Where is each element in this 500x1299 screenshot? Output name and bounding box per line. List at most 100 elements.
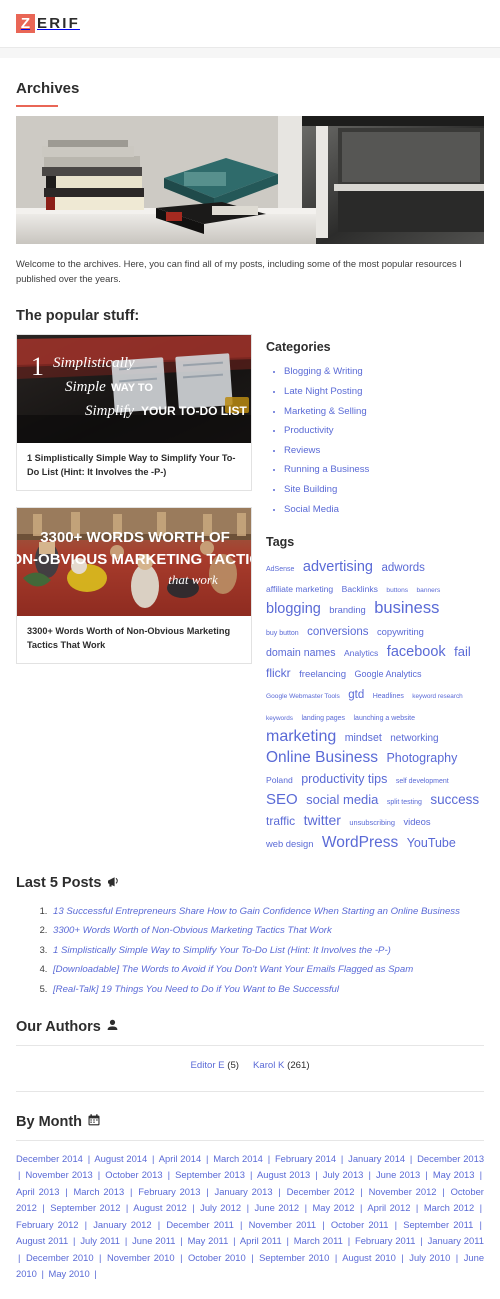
month-link[interactable]: May 2010 [49, 1268, 90, 1279]
tag-link[interactable]: unsubscribing [349, 818, 395, 827]
tag-link[interactable]: flickr [266, 666, 291, 680]
month-link[interactable]: June 2013 [376, 1169, 420, 1180]
month-link[interactable]: September 2012 [50, 1202, 120, 1213]
tag-link[interactable]: facebook [387, 644, 446, 660]
tag-link[interactable]: freelancing [299, 669, 346, 680]
tag-link[interactable]: WordPress [322, 834, 398, 851]
month-link[interactable]: August 2014 [94, 1153, 147, 1164]
month-link[interactable]: August 2012 [133, 1202, 187, 1213]
tag-link[interactable]: networking [390, 733, 438, 744]
month-link[interactable]: November 2010 [107, 1252, 175, 1263]
month-link[interactable]: January 2014 [348, 1153, 405, 1164]
month-link[interactable]: November 2012 [369, 1186, 437, 1197]
list-item[interactable]: 3300+ Words Worth of Non-Obvious Marketi… [50, 920, 484, 938]
month-link[interactable]: January 2013 [215, 1186, 273, 1197]
category-link[interactable]: Social Media [284, 504, 339, 515]
post-link[interactable]: 3300+ Words Worth of Non-Obvious Marketi… [53, 925, 332, 936]
month-link[interactable]: January 2011 [428, 1235, 484, 1246]
post-title[interactable]: 1 Simplistically Simple Way to Simplify … [17, 443, 251, 490]
month-link[interactable]: April 2014 [159, 1153, 201, 1164]
tag-link[interactable]: traffic [266, 814, 295, 828]
list-item[interactable]: Late Night Posting [284, 381, 484, 400]
tag-link[interactable]: Headlines [373, 693, 404, 700]
month-link[interactable]: April 2013 [16, 1186, 59, 1197]
month-link[interactable]: February 2013 [138, 1186, 200, 1197]
tag-link[interactable]: conversions [307, 626, 368, 638]
category-link[interactable]: Reviews [284, 445, 320, 456]
tag-link[interactable]: copywriting [377, 626, 424, 637]
tag-link[interactable]: buy button [266, 630, 299, 637]
tag-link[interactable]: Poland [266, 775, 293, 785]
month-link[interactable]: September 2013 [175, 1169, 245, 1180]
month-link[interactable]: February 2014 [275, 1153, 336, 1164]
month-link[interactable]: March 2013 [73, 1186, 124, 1197]
month-link[interactable]: October 2013 [105, 1169, 162, 1180]
tag-link[interactable]: split testing [387, 799, 422, 806]
month-link[interactable]: July 2013 [323, 1169, 364, 1180]
month-link[interactable]: November 2013 [26, 1169, 93, 1180]
month-link[interactable]: August 2011 [16, 1235, 68, 1246]
month-link[interactable]: December 2012 [287, 1186, 355, 1197]
month-link[interactable]: March 2012 [424, 1202, 474, 1213]
month-link[interactable]: December 2011 [166, 1219, 234, 1230]
list-item[interactable]: Productivity [284, 420, 484, 439]
category-link[interactable]: Late Night Posting [284, 386, 362, 397]
tag-link[interactable]: productivity tips [301, 772, 387, 786]
site-logo[interactable]: Z ERIF [16, 14, 80, 33]
category-link[interactable]: Blogging & Writing [284, 366, 363, 377]
tag-link[interactable]: Online Business [266, 749, 378, 766]
author-link[interactable]: Karol K [253, 1060, 284, 1071]
post-link[interactable]: [Real-Talk] 19 Things You Need to Do if … [53, 984, 339, 995]
post-link[interactable]: 13 Successful Entrepreneurs Share How to… [53, 906, 460, 917]
post-link[interactable]: 1 Simplistically Simple Way to Simplify … [53, 945, 391, 956]
tag-link[interactable]: twitter [304, 812, 341, 828]
tag-link[interactable]: self development [396, 778, 449, 785]
list-item[interactable]: Blogging & Writing [284, 361, 484, 380]
list-item[interactable]: Marketing & Selling [284, 401, 484, 420]
list-item[interactable]: [Downloadable] The Words to Avoid if You… [50, 959, 484, 977]
tag-link[interactable]: fail [454, 644, 471, 659]
tag-link[interactable]: branding [329, 604, 366, 615]
list-item[interactable]: 13 Successful Entrepreneurs Share How to… [50, 901, 484, 919]
month-link[interactable]: July 2012 [200, 1202, 241, 1213]
month-link[interactable]: October 2011 [331, 1219, 389, 1230]
tag-link[interactable]: buttons [386, 587, 408, 594]
month-link[interactable]: September 2010 [259, 1252, 329, 1263]
tag-link[interactable]: social media [306, 792, 378, 807]
post-card[interactable]: 3300+ WORDS WORTH OF NON-OBVIOUS MARKETI… [16, 507, 252, 664]
month-link[interactable]: June 2011 [132, 1235, 175, 1246]
month-link[interactable]: May 2011 [188, 1235, 229, 1246]
tag-link[interactable]: domain names [266, 647, 336, 659]
month-link[interactable]: July 2010 [409, 1252, 450, 1263]
post-title[interactable]: 3300+ Words Worth of Non-Obvious Marketi… [17, 616, 251, 663]
list-item[interactable]: Site Building [284, 479, 484, 498]
month-link[interactable]: July 2011 [80, 1235, 120, 1246]
tag-link[interactable]: mindset [345, 732, 382, 744]
category-link[interactable]: Marketing & Selling [284, 406, 367, 417]
tag-link[interactable]: launching a website [354, 715, 416, 722]
post-link[interactable]: [Downloadable] The Words to Avoid if You… [53, 964, 413, 975]
month-link[interactable]: September 2011 [403, 1219, 473, 1230]
month-link[interactable]: June 2012 [254, 1202, 299, 1213]
list-item[interactable]: Social Media [284, 499, 484, 518]
month-link[interactable]: May 2012 [313, 1202, 355, 1213]
list-item[interactable]: [Real-Talk] 19 Things You Need to Do if … [50, 979, 484, 997]
month-link[interactable]: October 2010 [188, 1252, 246, 1263]
tag-link[interactable]: gtd [348, 689, 364, 701]
month-link[interactable]: February 2011 [355, 1235, 416, 1246]
month-link[interactable]: August 2013 [257, 1169, 310, 1180]
month-link[interactable]: May 2013 [433, 1169, 475, 1180]
tag-link[interactable]: business [374, 599, 439, 617]
month-link[interactable]: February 2012 [16, 1219, 79, 1230]
tag-link[interactable]: marketing [266, 728, 336, 745]
tag-link[interactable]: Analytics [344, 648, 378, 658]
list-item[interactable]: Running a Business [284, 459, 484, 478]
tag-link[interactable]: Google Webmaster Tools [266, 693, 340, 700]
tag-link[interactable]: AdSense [266, 566, 294, 573]
category-link[interactable]: Productivity [284, 425, 334, 436]
tag-link[interactable]: landing pages [301, 715, 345, 722]
list-item[interactable]: Reviews [284, 440, 484, 459]
tag-link[interactable]: affiliate marketing [266, 584, 333, 594]
month-link[interactable]: December 2013 [417, 1153, 484, 1164]
month-link[interactable]: December 2010 [26, 1252, 94, 1263]
